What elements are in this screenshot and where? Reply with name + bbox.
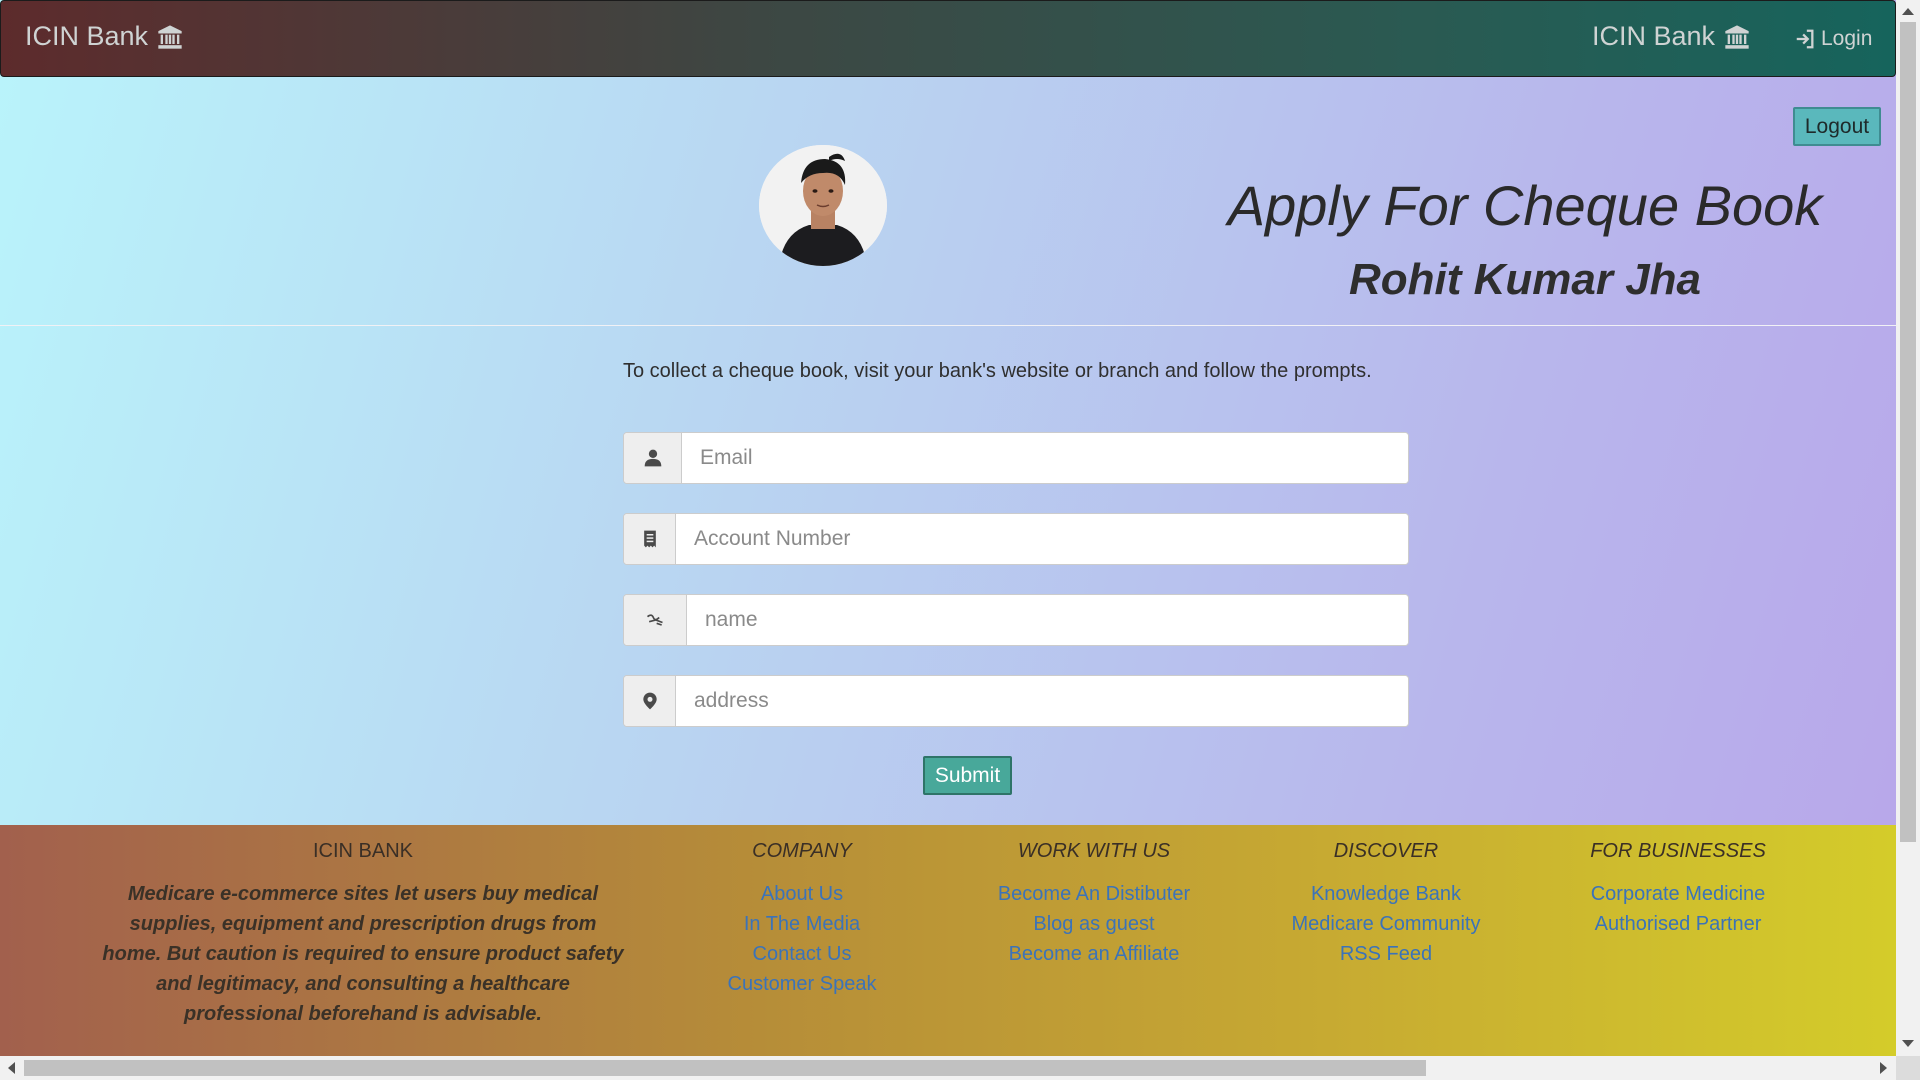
user-photo	[759, 145, 887, 266]
user-icon	[644, 449, 661, 467]
scroll-up-arrow-icon[interactable]	[1902, 8, 1914, 15]
account-number-input[interactable]	[676, 514, 1408, 564]
map-marker-icon	[642, 692, 657, 710]
footer-about-text: Medicare e-commerce sites let users buy …	[102, 883, 624, 1025]
brand-label: ICIN Bank	[25, 21, 149, 51]
footer-col-title: FOR BUSINESSES	[1590, 840, 1766, 862]
footer-link-customer-speak[interactable]: Customer Speak	[672, 969, 932, 999]
account-input-group	[623, 513, 1409, 565]
scroll-right-arrow-icon[interactable]	[1880, 1062, 1887, 1074]
footer: ICIN BANK Medicare e-commerce sites let …	[0, 825, 1896, 1056]
footer-col-discover: DISCOVER Knowledge Bank Medicare Communi…	[1256, 840, 1516, 969]
address-input[interactable]	[676, 676, 1408, 726]
footer-link-in-the-media[interactable]: In The Media	[672, 909, 932, 939]
user-name: Rohit Kumar Jha	[1348, 255, 1702, 304]
signature-icon	[646, 614, 663, 626]
header-divider	[0, 325, 1896, 326]
name-input[interactable]	[687, 595, 1408, 645]
login-icon	[1796, 29, 1814, 49]
info-text: To collect a cheque book, visit your ban…	[623, 360, 1372, 382]
top-navbar: ICIN Bank ICIN Bank Login	[0, 0, 1896, 77]
footer-about: ICIN BANK Medicare e-commerce sites let …	[100, 840, 626, 1029]
horizontal-scrollbar[interactable]	[0, 1056, 1896, 1080]
vertical-scroll-thumb[interactable]	[1900, 22, 1916, 842]
page-title: Apply For Cheque Book	[1227, 174, 1823, 237]
scroll-down-arrow-icon[interactable]	[1902, 1040, 1914, 1047]
footer-col-title: WORK WITH US	[1017, 840, 1171, 862]
scroll-left-arrow-icon[interactable]	[8, 1062, 15, 1074]
footer-col-work-with-us: WORK WITH US Become An Distibuter Blog a…	[964, 840, 1224, 969]
login-label: Login	[1821, 27, 1873, 50]
bank-icon	[158, 24, 182, 49]
footer-col-title: COMPANY	[752, 840, 852, 862]
horizontal-scroll-thumb[interactable]	[24, 1060, 1426, 1076]
footer-link-blog-as-guest[interactable]: Blog as guest	[964, 909, 1224, 939]
signature-icon-addon	[624, 595, 687, 645]
footer-link-knowledge-bank[interactable]: Knowledge Bank	[1256, 879, 1516, 909]
footer-link-become-distributer[interactable]: Become An Distibuter	[964, 879, 1224, 909]
footer-link-become-affiliate[interactable]: Become an Affiliate	[964, 939, 1224, 969]
footer-link-corporate-medicine[interactable]: Corporate Medicine	[1548, 879, 1808, 909]
user-icon-addon	[624, 433, 682, 483]
logout-button[interactable]: Logout	[1793, 107, 1881, 146]
bank-icon	[1725, 24, 1749, 49]
footer-col-for-businesses: FOR BUSINESSES Corporate Medicine Author…	[1548, 840, 1808, 939]
address-input-group	[623, 675, 1409, 727]
brand-right-label: ICIN Bank	[1592, 21, 1716, 51]
footer-link-contact-us[interactable]: Contact Us	[672, 939, 932, 969]
submit-button[interactable]: Submit	[923, 756, 1012, 795]
receipt-icon-addon	[624, 514, 676, 564]
brand-link[interactable]: ICIN Bank	[25, 21, 184, 52]
page-viewport: ICIN Bank ICIN Bank Login Logout Apply F…	[0, 0, 1896, 1056]
footer-link-about-us[interactable]: About Us	[672, 879, 932, 909]
footer-link-authorised-partner[interactable]: Authorised Partner	[1548, 909, 1808, 939]
footer-col-title: DISCOVER	[1333, 840, 1439, 862]
brand-right-link[interactable]: ICIN Bank	[1592, 21, 1751, 52]
map-marker-icon-addon	[624, 676, 676, 726]
email-input[interactable]	[682, 433, 1408, 483]
name-input-group	[623, 594, 1409, 646]
footer-about-title: ICIN BANK	[312, 840, 414, 862]
email-input-group	[623, 432, 1409, 484]
avatar	[759, 145, 887, 266]
login-link[interactable]: Login	[1794, 27, 1872, 51]
scrollbar-corner	[1896, 1056, 1920, 1080]
footer-link-medicare-community[interactable]: Medicare Community	[1256, 909, 1516, 939]
footer-link-rss-feed[interactable]: RSS Feed	[1256, 939, 1516, 969]
footer-col-company: COMPANY About Us In The Media Contact Us…	[672, 840, 932, 999]
vertical-scrollbar[interactable]	[1896, 0, 1920, 1056]
receipt-icon	[643, 530, 656, 548]
